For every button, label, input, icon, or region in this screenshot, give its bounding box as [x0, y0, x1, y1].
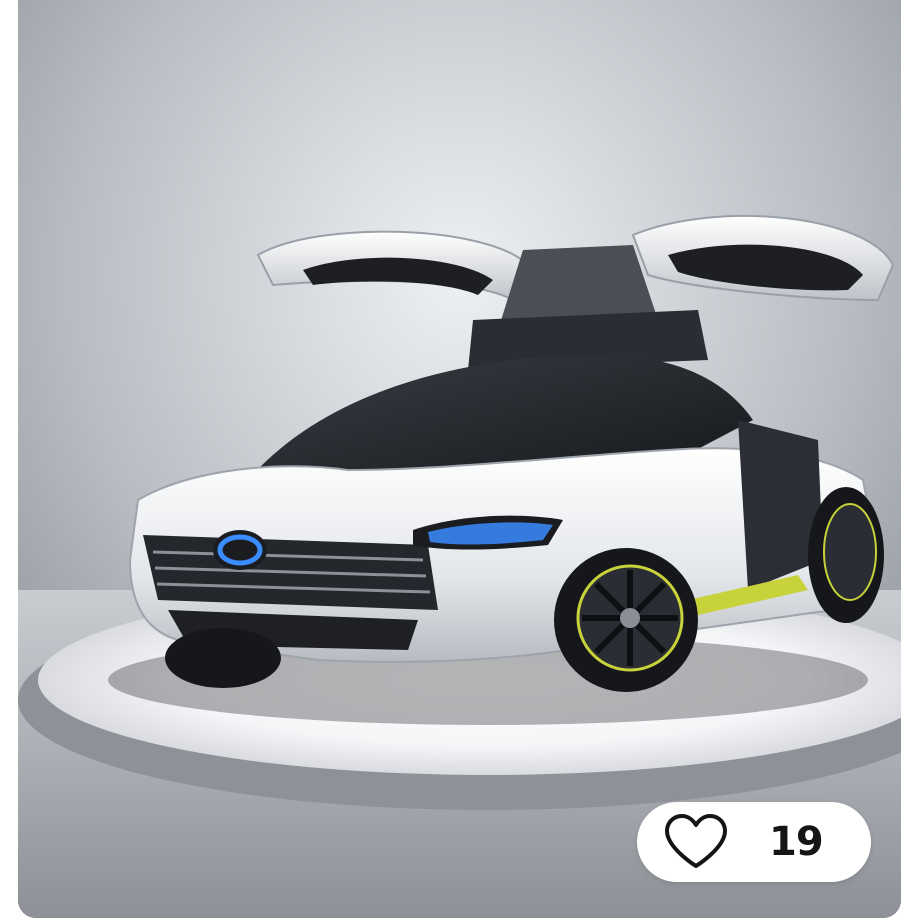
heart-outline-icon [665, 814, 727, 868]
image-card[interactable]: 19 [18, 0, 901, 918]
like-button[interactable]: 19 [637, 802, 871, 882]
car-photo [18, 0, 901, 918]
like-count: 19 [769, 819, 824, 865]
